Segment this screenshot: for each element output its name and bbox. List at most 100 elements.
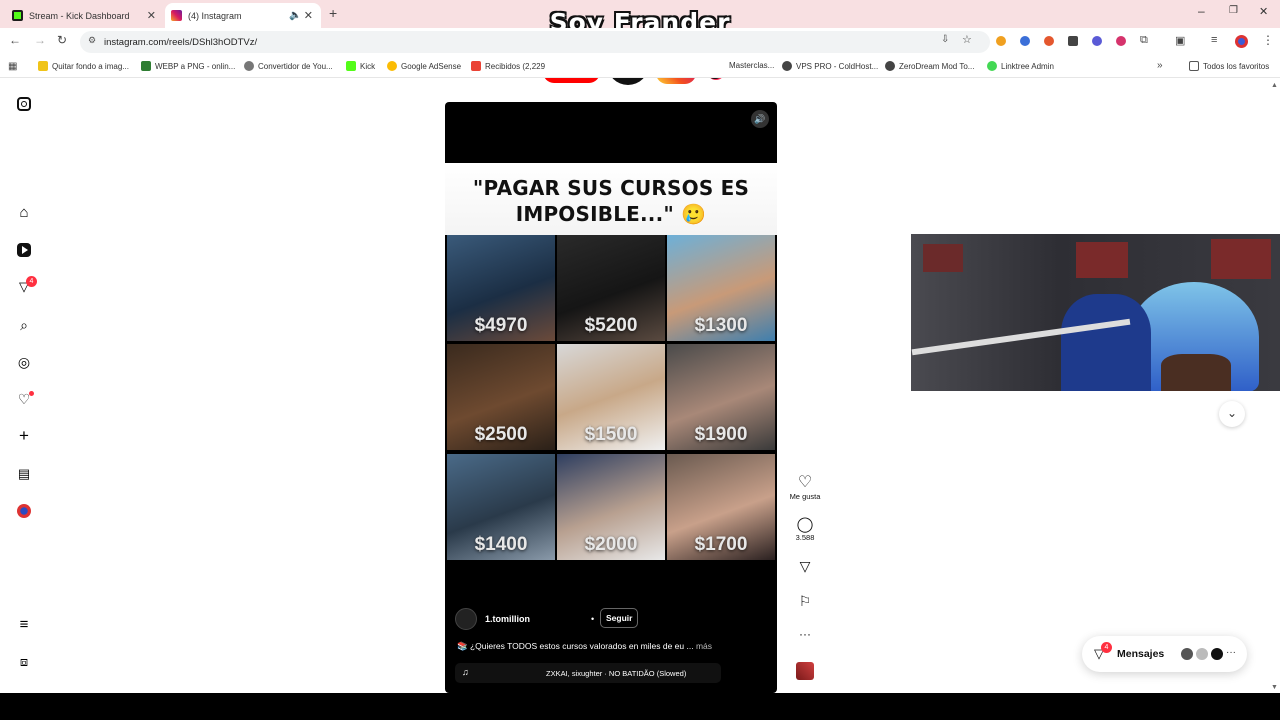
bookmark-favicon — [141, 61, 151, 71]
contact-avatar — [1194, 646, 1210, 662]
more-link[interactable]: más — [696, 641, 712, 651]
close-tab-icon[interactable]: ✕ — [304, 9, 313, 22]
explore-icon[interactable]: ◎ — [16, 354, 32, 370]
audio-cover-thumbnail[interactable] — [796, 662, 814, 680]
bookmark-item[interactable]: WEBP a PNG - onlin... — [141, 61, 235, 71]
creator-tile: $1400 — [447, 454, 555, 560]
comment-button[interactable]: ◯ 3.588 — [788, 515, 822, 542]
bookmark-item[interactable]: Recibidos (2,229 — [471, 61, 545, 71]
extension-icon[interactable] — [996, 36, 1006, 46]
bookmark-item[interactable]: VPS PRO - ColdHost... — [782, 61, 878, 71]
search-icon[interactable]: ⌕ — [16, 317, 32, 333]
restore-button[interactable]: ❐ — [1229, 5, 1238, 16]
media-controls-icon[interactable]: ≡ — [1211, 34, 1217, 46]
more-contacts-icon: ··· — [1226, 647, 1236, 658]
save-bookmark-icon[interactable]: ⚐ — [788, 593, 822, 610]
price-label: $2000 — [584, 534, 638, 555]
tab-kick-dashboard[interactable]: Stream - Kick Dashboard ✕ — [6, 3, 164, 28]
close-window-button[interactable]: ✕ — [1259, 5, 1268, 18]
audio-title: ZXKAI, sixughter · NO BATIDÃO (Slowed) — [546, 669, 687, 678]
price-label: $1300 — [694, 315, 748, 336]
bookmark-favicon — [782, 61, 792, 71]
price-label: $2500 — [474, 424, 528, 445]
dashboard-icon[interactable]: ▤ — [16, 466, 32, 482]
bookmark-item[interactable]: Google AdSense — [387, 61, 461, 71]
extension-icon[interactable] — [1092, 36, 1102, 46]
gmail-icon — [471, 61, 481, 71]
creator-tile: $5200 — [557, 235, 665, 341]
bookmark-item[interactable]: Kick — [346, 61, 375, 71]
more-menu-icon[interactable]: ≡ — [16, 616, 32, 633]
browser-toolbar: ← → ↻ ⚙ instagram.com/reels/DShl3hODTVz/… — [0, 28, 1280, 56]
bottom-letterbox — [0, 693, 1280, 720]
back-button[interactable]: ← — [9, 33, 21, 47]
reels-icon[interactable] — [16, 242, 32, 258]
extension-icon[interactable] — [1020, 36, 1030, 46]
tab-title: (4) Instagram — [188, 10, 242, 21]
bookmark-star-icon[interactable]: ☆ — [962, 33, 972, 46]
reload-button[interactable]: ↻ — [57, 33, 67, 47]
more-bookmarks-icon[interactable]: » — [1157, 60, 1163, 71]
creator-tile: $2000 — [557, 454, 665, 560]
like-button[interactable]: ♡ Me gusta — [788, 472, 822, 501]
bookmark-favicon — [244, 61, 254, 71]
also-from-meta-icon[interactable]: ⧈ — [16, 654, 32, 670]
profile-avatar[interactable] — [16, 503, 32, 519]
bookmark-item[interactable]: Convertidor de You... — [244, 61, 333, 71]
tab-instagram[interactable]: (4) Instagram 🔈 ✕ — [165, 3, 321, 28]
create-icon[interactable]: + — [16, 426, 32, 445]
extension-icon[interactable] — [1044, 36, 1054, 46]
streamer-face — [1161, 354, 1231, 391]
site-info-icon[interactable]: ⚙ — [88, 35, 96, 46]
reel-caption: 📚 ¿Quieres TODOS estos cursos valorados … — [457, 641, 713, 651]
wall-poster — [923, 244, 963, 272]
messages-button[interactable]: ▽ 4 Mensajes ··· — [1082, 636, 1247, 672]
scrollbar-up-arrow[interactable]: ▲ — [1271, 82, 1278, 89]
share-icon[interactable]: ▽ — [788, 558, 822, 575]
bookmark-item[interactable]: Quitar fondo a imag... — [38, 61, 129, 71]
reel-video[interactable]: 🔊 "PAGAR SUS CURSOS ES IMPOSIBLE..." 🥲 $… — [445, 102, 777, 693]
audio-track[interactable]: ♫ ZXKAI, sixughter · NO BATIDÃO (Slowed) — [455, 663, 721, 683]
new-tab-button[interactable]: + — [329, 5, 337, 21]
speaker-icon[interactable]: 🔈 — [289, 10, 301, 21]
wall-poster — [1076, 242, 1128, 278]
volume-icon[interactable]: 🔊 — [751, 110, 769, 128]
install-app-icon[interactable]: ⇩ — [941, 34, 949, 45]
author-avatar[interactable] — [455, 608, 477, 630]
bookmark-item[interactable]: Linktree Admin — [987, 61, 1054, 71]
creator-tile: $1900 — [667, 344, 775, 450]
kick-icon — [12, 10, 23, 21]
heart-icon: ♡ — [797, 474, 813, 491]
home-icon[interactable]: ⌂ — [16, 204, 32, 221]
tab-title: Stream - Kick Dashboard — [29, 10, 130, 21]
bookmark-item[interactable]: Masterclas... — [729, 61, 774, 70]
chevron-down-icon[interactable]: ⌄ — [1219, 401, 1245, 427]
split-view-icon[interactable]: ▣ — [1175, 34, 1185, 47]
scrollbar-down-arrow[interactable]: ▼ — [1271, 684, 1278, 691]
messages-badge: 4 — [1101, 642, 1112, 653]
webcam-overlay — [911, 234, 1280, 391]
forward-button[interactable]: → — [34, 33, 46, 47]
creator-tile: $1500 — [557, 344, 665, 450]
close-tab-icon[interactable]: ✕ — [147, 9, 156, 22]
adblock-icon[interactable] — [1116, 36, 1126, 46]
bookmark-item[interactable]: ZeroDream Mod To... — [885, 61, 974, 71]
price-label: $4970 — [474, 315, 528, 336]
extension-icon[interactable] — [1068, 36, 1078, 46]
caption-emoji-icon: 📚 — [457, 641, 470, 651]
minimize-button[interactable]: – — [1198, 4, 1205, 18]
notification-dot — [29, 391, 34, 396]
address-bar[interactable]: ⚙ instagram.com/reels/DShl3hODTVz/ — [80, 31, 990, 53]
messages-label: Mensajes — [1117, 648, 1165, 660]
extensions-puzzle-icon[interactable]: ⧉ — [1140, 34, 1148, 47]
more-options-icon[interactable]: ··· — [788, 627, 822, 641]
author-username[interactable]: 1.tomillion — [485, 614, 530, 624]
instagram-logo-icon[interactable] — [16, 96, 32, 112]
browser-menu-icon[interactable]: ⋮ — [1262, 33, 1274, 47]
url-text: instagram.com/reels/DShl3hODTVz/ — [104, 36, 258, 48]
linktree-icon — [987, 61, 997, 71]
apps-grid-icon[interactable]: ▦ — [8, 61, 17, 72]
follow-button[interactable]: Seguir — [600, 608, 639, 628]
all-bookmarks-button[interactable]: Todos los favoritos — [1189, 61, 1269, 71]
profile-avatar[interactable] — [1235, 35, 1248, 48]
